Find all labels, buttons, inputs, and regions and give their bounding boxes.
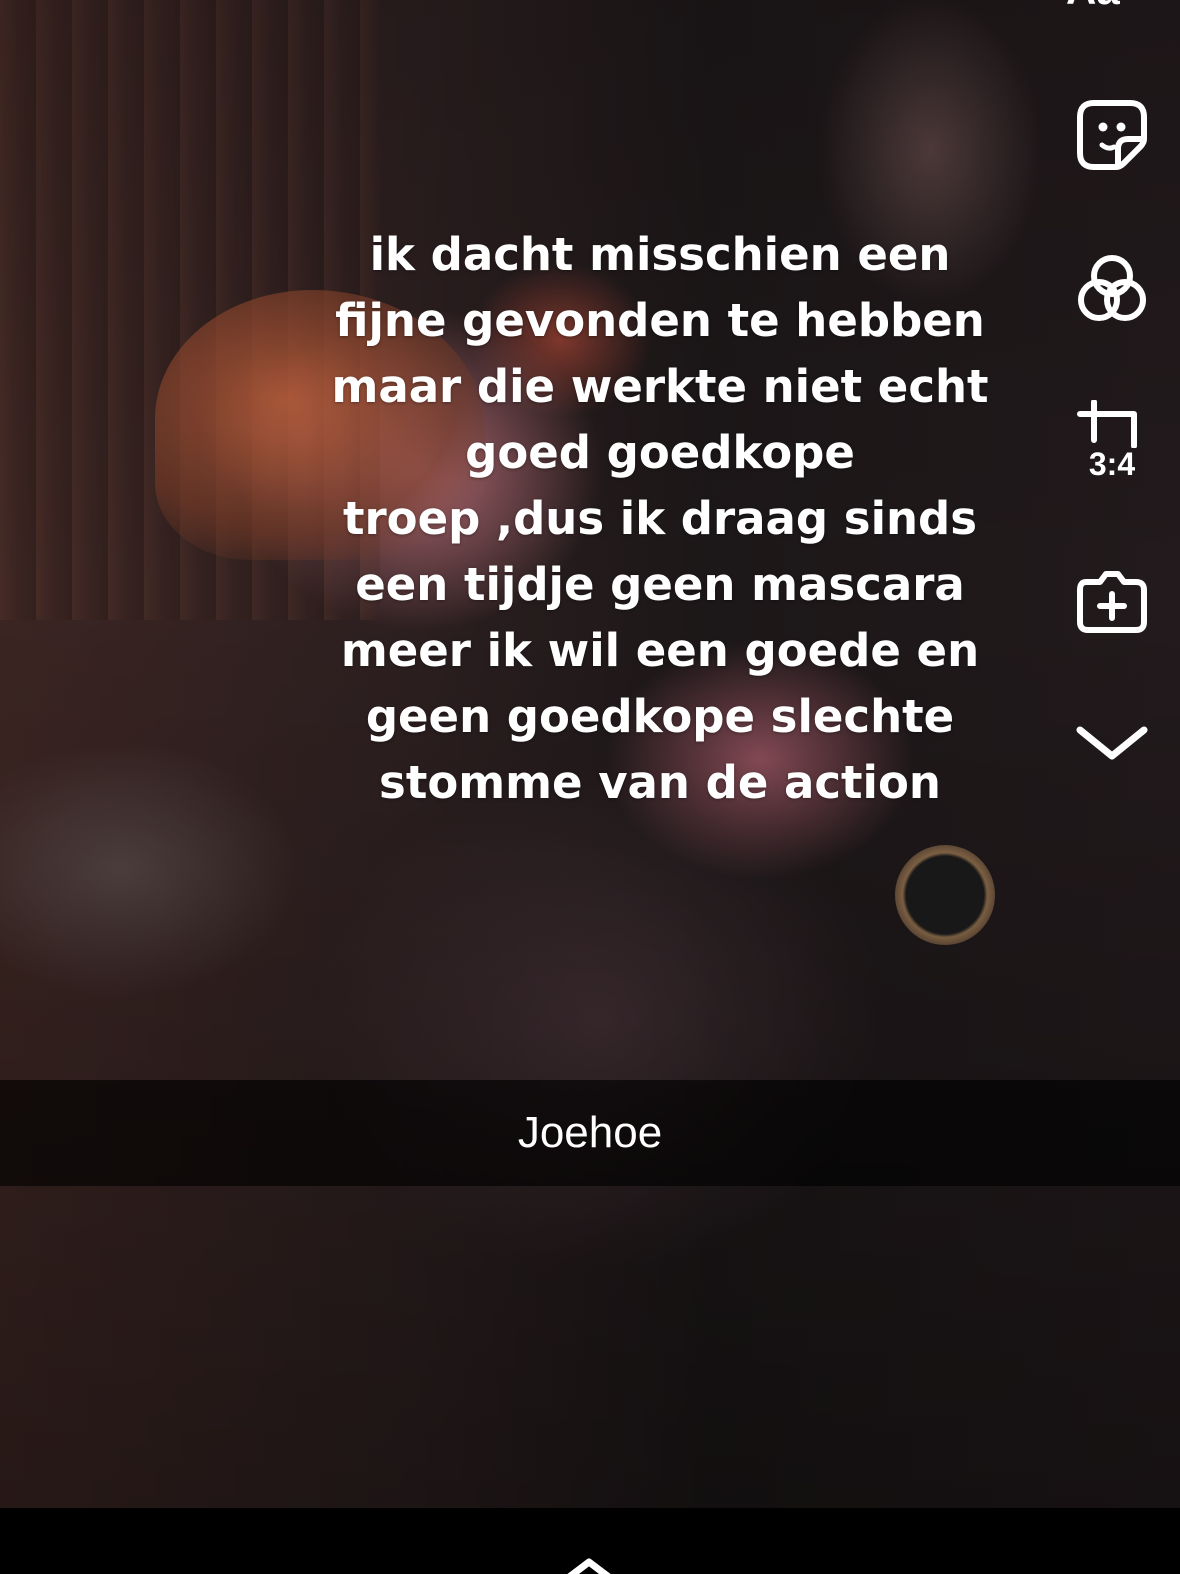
add-clip-button[interactable] xyxy=(1070,558,1154,642)
caption-line: fijne gevonden te hebben xyxy=(335,294,985,347)
editing-tool-rail: Aa xyxy=(1020,0,1180,800)
bottom-bar xyxy=(0,1508,1180,1574)
crop-ratio-label: 3:4 xyxy=(1088,446,1136,482)
caption-line: een tijdje geen mascara xyxy=(355,558,965,611)
caption-line: geen goedkope slechte xyxy=(365,690,955,743)
crop-button[interactable]: 3:4 xyxy=(1070,400,1154,492)
crop-icon xyxy=(1076,400,1148,448)
caption-line: ik dacht misschien een xyxy=(369,228,951,281)
add-clip-icon xyxy=(1072,560,1152,640)
caption-text-overlay[interactable]: ik dacht misschien een fijne gevonden te… xyxy=(280,222,1040,816)
filters-button[interactable] xyxy=(1070,248,1154,332)
text-tool-button[interactable]: Aa xyxy=(1066,0,1158,10)
subtitle-bar[interactable]: Joehoe xyxy=(0,1080,1180,1186)
caption-line: maar die werkte niet echt xyxy=(331,360,989,413)
sticker-icon xyxy=(1072,95,1152,175)
more-tools-button[interactable] xyxy=(1070,700,1154,784)
story-editor-screen: ik dacht misschien een fijne gevonden te… xyxy=(0,0,1180,1574)
caption-line: goed goedkope xyxy=(465,426,855,479)
caption-line: stomme van de action xyxy=(379,756,941,809)
chevron-down-icon xyxy=(1074,722,1150,762)
subtitle-text: Joehoe xyxy=(517,1108,663,1157)
caption-line: meer ik wil een goede en xyxy=(340,624,980,677)
sticker-button[interactable] xyxy=(1070,93,1154,177)
caption-line: troep ,dus ik draag sinds xyxy=(342,492,978,545)
expand-handle[interactable] xyxy=(556,1558,622,1574)
filter-icon xyxy=(1070,248,1154,332)
text-tool-label: Aa xyxy=(1066,0,1120,10)
